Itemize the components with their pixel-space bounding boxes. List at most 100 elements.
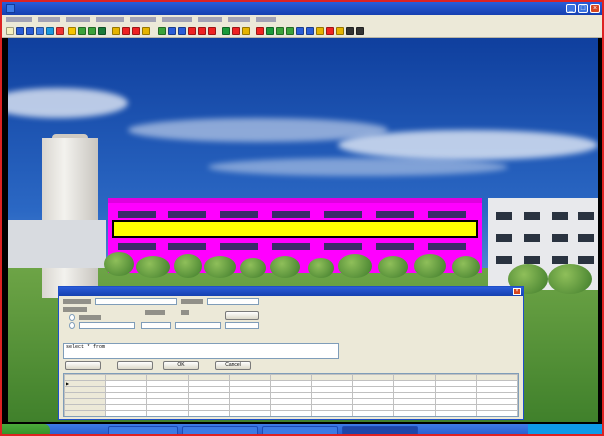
- map-icon[interactable]: [78, 27, 86, 35]
- menu-item[interactable]: [66, 17, 90, 22]
- menu-item[interactable]: [130, 17, 156, 22]
- dialog-title-bar[interactable]: ×: [59, 287, 523, 296]
- arrow-up-icon[interactable]: [142, 27, 150, 35]
- grid-icon[interactable]: [88, 27, 96, 35]
- open-icon[interactable]: [16, 27, 24, 35]
- table-icon[interactable]: [98, 27, 106, 35]
- tree: [338, 254, 372, 278]
- tree: [548, 264, 592, 294]
- cursor-icon[interactable]: [356, 27, 364, 35]
- start-button[interactable]: [2, 424, 50, 434]
- cloud: [8, 88, 128, 118]
- pan-icon[interactable]: [178, 27, 186, 35]
- taskbar-item[interactable]: [182, 426, 258, 434]
- cloud: [208, 158, 508, 176]
- menu-item[interactable]: [256, 17, 276, 22]
- menu-bar: [2, 15, 602, 24]
- field-label: [181, 299, 203, 304]
- add-icon[interactable]: [112, 27, 120, 35]
- radio-button[interactable]: [69, 322, 75, 329]
- ok-button[interactable]: OK: [163, 361, 199, 370]
- value-label: [181, 310, 189, 315]
- query-button[interactable]: [65, 361, 101, 370]
- pen-icon[interactable]: [346, 27, 354, 35]
- value-input[interactable]: [175, 322, 221, 329]
- zoom-icon[interactable]: [168, 27, 176, 35]
- taskbar-item[interactable]: [262, 426, 338, 434]
- title-bar[interactable]: _ □ ×: [2, 2, 602, 15]
- query-button[interactable]: [225, 311, 259, 320]
- menu-item[interactable]: [96, 17, 124, 22]
- table-cell: [146, 410, 189, 416]
- new-file-icon[interactable]: [6, 27, 14, 35]
- field-label: [63, 299, 91, 304]
- menu-item[interactable]: [162, 17, 192, 22]
- building-icon[interactable]: [286, 27, 294, 35]
- table-select[interactable]: [207, 298, 259, 305]
- table-cell: [311, 410, 354, 416]
- row-selector[interactable]: [64, 410, 107, 416]
- layer-icon[interactable]: [56, 27, 64, 35]
- folder-icon[interactable]: [68, 27, 76, 35]
- chart-icon[interactable]: [306, 27, 314, 35]
- move-icon[interactable]: [158, 27, 166, 35]
- circle-icon[interactable]: [326, 27, 334, 35]
- fly-icon[interactable]: [198, 27, 206, 35]
- person-icon[interactable]: [122, 27, 130, 35]
- tree: [270, 256, 300, 278]
- select-icon[interactable]: [222, 27, 230, 35]
- app-window: _ □ × × select * from OK Cancel ▶: [0, 0, 604, 436]
- road-icon[interactable]: [266, 27, 274, 35]
- tree: [240, 258, 266, 278]
- tree: [204, 256, 236, 278]
- taskbar: [2, 424, 602, 434]
- window-title: [19, 4, 159, 12]
- close-button[interactable]: ×: [590, 4, 600, 13]
- tree-icon[interactable]: [276, 27, 284, 35]
- attribute-query-dialog: × select * from OK Cancel ▶: [58, 286, 524, 420]
- info-icon[interactable]: [242, 27, 250, 35]
- maximize-button[interactable]: □: [578, 4, 588, 13]
- measure-icon[interactable]: [232, 27, 240, 35]
- water-icon[interactable]: [296, 27, 304, 35]
- combo-field[interactable]: [225, 322, 259, 329]
- view-icon[interactable]: [46, 27, 54, 35]
- marker-icon[interactable]: [256, 27, 264, 35]
- clear-button[interactable]: [117, 361, 153, 370]
- app-icon: [6, 4, 15, 13]
- operator-label: [145, 310, 165, 315]
- result-table[interactable]: ▶: [63, 373, 519, 417]
- condition-label: [63, 307, 87, 312]
- save-icon[interactable]: [26, 27, 34, 35]
- walk-icon[interactable]: [132, 27, 140, 35]
- triangle-icon[interactable]: [336, 27, 344, 35]
- rotate-icon[interactable]: [188, 27, 196, 35]
- tree: [378, 256, 408, 278]
- taskbar-item[interactable]: [108, 426, 178, 434]
- tree: [174, 254, 202, 278]
- menu-item[interactable]: [228, 17, 250, 22]
- system-tray-clock[interactable]: [528, 424, 602, 434]
- print-icon[interactable]: [36, 27, 44, 35]
- quick-launch[interactable]: [58, 426, 98, 434]
- taskbar-item-active[interactable]: [342, 426, 418, 434]
- menu-item[interactable]: [6, 17, 32, 22]
- table-row[interactable]: [64, 410, 518, 416]
- tree: [452, 256, 480, 278]
- menu-item[interactable]: [38, 17, 60, 22]
- stop-icon[interactable]: [208, 27, 216, 35]
- cancel-button[interactable]: Cancel: [215, 361, 251, 370]
- line-icon[interactable]: [316, 27, 324, 35]
- left-building: [8, 220, 106, 268]
- tall-tower-building: [42, 138, 98, 298]
- table-cell: [105, 410, 148, 416]
- layer-field[interactable]: [95, 298, 177, 305]
- field-select[interactable]: [79, 322, 135, 329]
- operator-select[interactable]: [141, 322, 171, 329]
- table-cell: [269, 410, 313, 416]
- minimize-button[interactable]: _: [566, 4, 576, 13]
- sql-textbox[interactable]: select * from: [63, 343, 339, 359]
- radio-button[interactable]: [69, 314, 75, 321]
- dialog-close-button[interactable]: ×: [513, 288, 521, 295]
- menu-item[interactable]: [198, 17, 222, 22]
